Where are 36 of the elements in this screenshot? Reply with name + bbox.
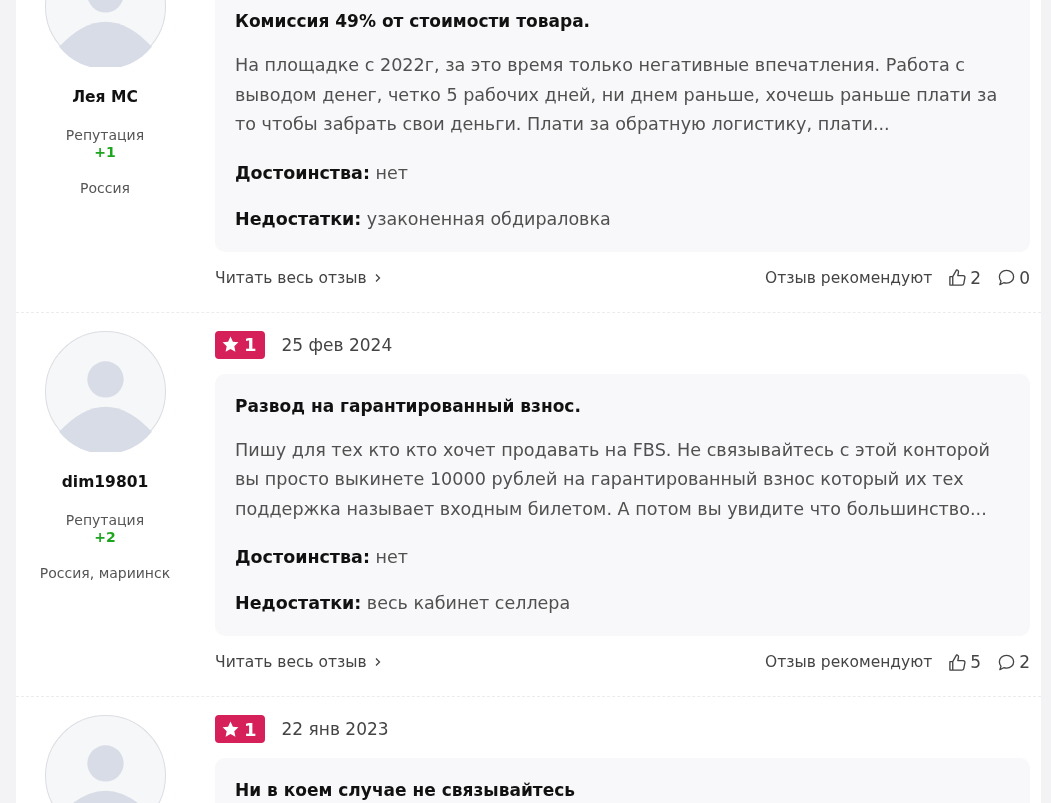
- review-title: Ни в коем случае не связывайтесь: [235, 779, 577, 802]
- review-pros: Достоинства: нет: [235, 546, 409, 569]
- review-title: Развод на гарантированный взнос.: [235, 394, 582, 418]
- review-date: 25 фев 2024: [281, 334, 393, 355]
- like-button[interactable]: 5: [948, 652, 982, 672]
- comments-button[interactable]: 0: [997, 267, 1030, 288]
- rating-badge: 1: [215, 330, 265, 359]
- review-cons: Недостатки: узаконенная обдираловка: [235, 207, 612, 231]
- recommend-label: Отзыв рекомендуют: [765, 653, 933, 671]
- read-full-review-link[interactable]: Читать весь отзыв: [215, 653, 383, 671]
- author-name[interactable]: dim19801: [61, 472, 149, 491]
- rating-badge: 1: [215, 715, 265, 743]
- recommend-label: Отзыв рекомендуют: [765, 268, 933, 287]
- review-date: 22 янв 2023: [281, 719, 389, 739]
- review-text: Пишу для тех кто кто хочет продавать на FBS. Не связывайтесь с этой конторой вы просто выкинете 10000 рублей на гарантированный взнос который их тех поддержка называет входным билетом. А потом вы увидите что большинство...: [235, 438, 992, 521]
- review-cons: Недостатки: весь кабинет селлера: [235, 592, 572, 615]
- reputation-value: +2: [94, 528, 116, 545]
- like-button[interactable]: 2: [948, 267, 982, 288]
- reputation-label: Репутация: [65, 127, 145, 143]
- author-location: Россия, мариинск: [39, 564, 171, 581]
- author-location: Россия: [80, 180, 130, 196]
- star-icon: [221, 335, 240, 354]
- thumbs-up-icon: [948, 268, 968, 287]
- speech-bubble-icon: [997, 268, 1017, 287]
- reputation-label: Репутация: [65, 511, 145, 528]
- read-full-review-link[interactable]: Читать весь отзыв: [215, 268, 383, 287]
- thumbs-up-icon: [948, 652, 968, 672]
- avatar-placeholder-icon: [44, 330, 166, 452]
- reputation-value: +1: [94, 144, 116, 160]
- review-title: Комиссия 49% от стоимости товара.: [235, 10, 592, 33]
- speech-bubble-icon: [997, 652, 1017, 672]
- review-pros: Достоинства: нет: [235, 161, 409, 185]
- author-name[interactable]: Лея МС: [72, 88, 138, 106]
- comments-button[interactable]: 2: [997, 652, 1030, 672]
- review-text: На площадке с 2022г, за это время только негативные впечатления. Работа с выводом денег, четко 5 рабочих дней, ни днем раньше, хочешь раньше плати за то чтобы забрать свои деньги. Плати за обратную логистику, плати...: [235, 54, 999, 136]
- star-icon: [221, 719, 240, 739]
